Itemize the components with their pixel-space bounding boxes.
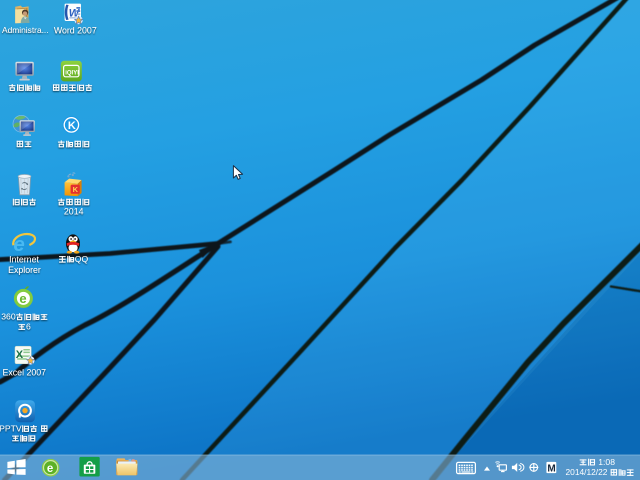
svg-text:e: e [47,463,53,475]
svg-text:360: 360 [1,312,16,322]
svg-text:iQIYI: iQIYI [65,71,79,77]
svg-text:2014: 2014 [64,207,84,217]
svg-text:Administra...: Administra... [2,25,49,35]
svg-text:2014/12/22: 2014/12/22 [566,467,608,477]
svg-text:1:08: 1:08 [596,457,615,467]
svg-text:Explorer: Explorer [8,265,41,275]
svg-text:PPTV: PPTV [0,423,22,433]
svg-text:Internet: Internet [9,255,39,265]
svg-text:M: M [547,463,555,474]
svg-text:QQ: QQ [75,254,89,264]
svg-text:e: e [19,291,26,306]
svg-text:Word 2007: Word 2007 [54,26,97,36]
svg-text:K: K [73,185,79,194]
svg-text:Excel 2007: Excel 2007 [3,368,47,378]
svg-text:6: 6 [26,322,31,332]
svg-text:K: K [68,120,76,132]
svg-text:X: X [16,349,24,361]
